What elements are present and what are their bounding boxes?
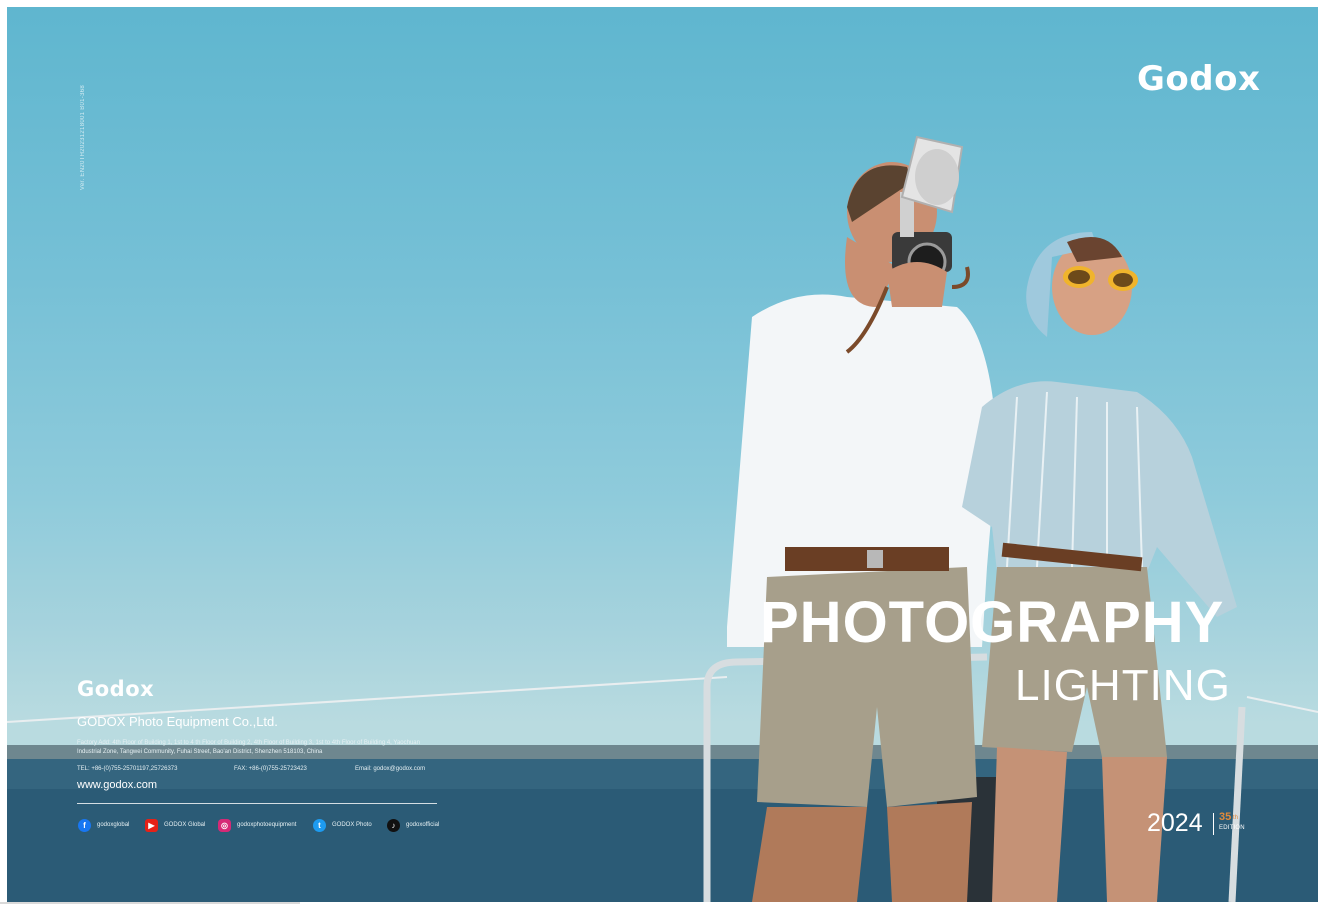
year-divider: [1213, 813, 1214, 835]
instagram-icon: ◎: [218, 818, 231, 832]
catalog-version-code: Ver. EN20TH20231218001 B01-368: [80, 85, 86, 191]
social-tiktok[interactable]: ♪ godoxofficial: [387, 818, 439, 832]
edition-number: 35: [1219, 811, 1232, 823]
tiktok-icon: ♪: [387, 818, 400, 832]
social-handle: godoxphotoequipment: [237, 822, 297, 828]
catalog-cover: Ver. EN20TH20231218001 B01-368 Godox PHO…: [7, 7, 1318, 902]
youtube-icon: ▶: [145, 818, 158, 832]
twitter-icon: t: [313, 818, 326, 832]
godox-logo: Godox: [1137, 59, 1261, 99]
catalog-title: PHOTOGRAPHY: [760, 590, 1225, 655]
social-handle: GODOX Global: [164, 822, 206, 828]
catalog-year: 2024: [1147, 809, 1203, 837]
cover-photo: [7, 135, 1318, 902]
social-instagram[interactable]: ◎ godoxphotoequipment: [218, 818, 296, 832]
catalog-subtitle: LIGHTING: [1015, 661, 1231, 710]
social-facebook[interactable]: f godoxglobal: [78, 818, 129, 832]
website-link[interactable]: www.godox.com: [77, 779, 157, 791]
man-photographer: [727, 135, 997, 902]
social-handle: godoxglobal: [97, 822, 130, 828]
social-handle: godoxofficial: [406, 822, 440, 828]
telephone: TEL: +86-(0)755-25701197,25726373: [77, 766, 178, 772]
footer-godox-logo: Godox: [77, 677, 155, 701]
fax: FAX: +86-(0)755-25723423: [234, 766, 307, 772]
social-twitter[interactable]: t GODOX Photo: [313, 818, 372, 832]
edition-suffix: th: [1233, 815, 1239, 821]
edition-label: EDITION: [1219, 825, 1245, 831]
viewer-scroll-indicator: [0, 902, 300, 904]
company-name: GODOX Photo Equipment Co.,Ltd.: [77, 714, 278, 729]
footer-divider: [77, 803, 437, 804]
social-youtube[interactable]: ▶ GODOX Global: [145, 818, 205, 832]
email-link[interactable]: Email: godox@godox.com: [355, 766, 425, 772]
facebook-icon: f: [78, 818, 91, 832]
social-handle: GODOX Photo: [332, 822, 372, 828]
factory-address: Factory Add: 4th Floor of Building 1, 1s…: [77, 740, 420, 755]
